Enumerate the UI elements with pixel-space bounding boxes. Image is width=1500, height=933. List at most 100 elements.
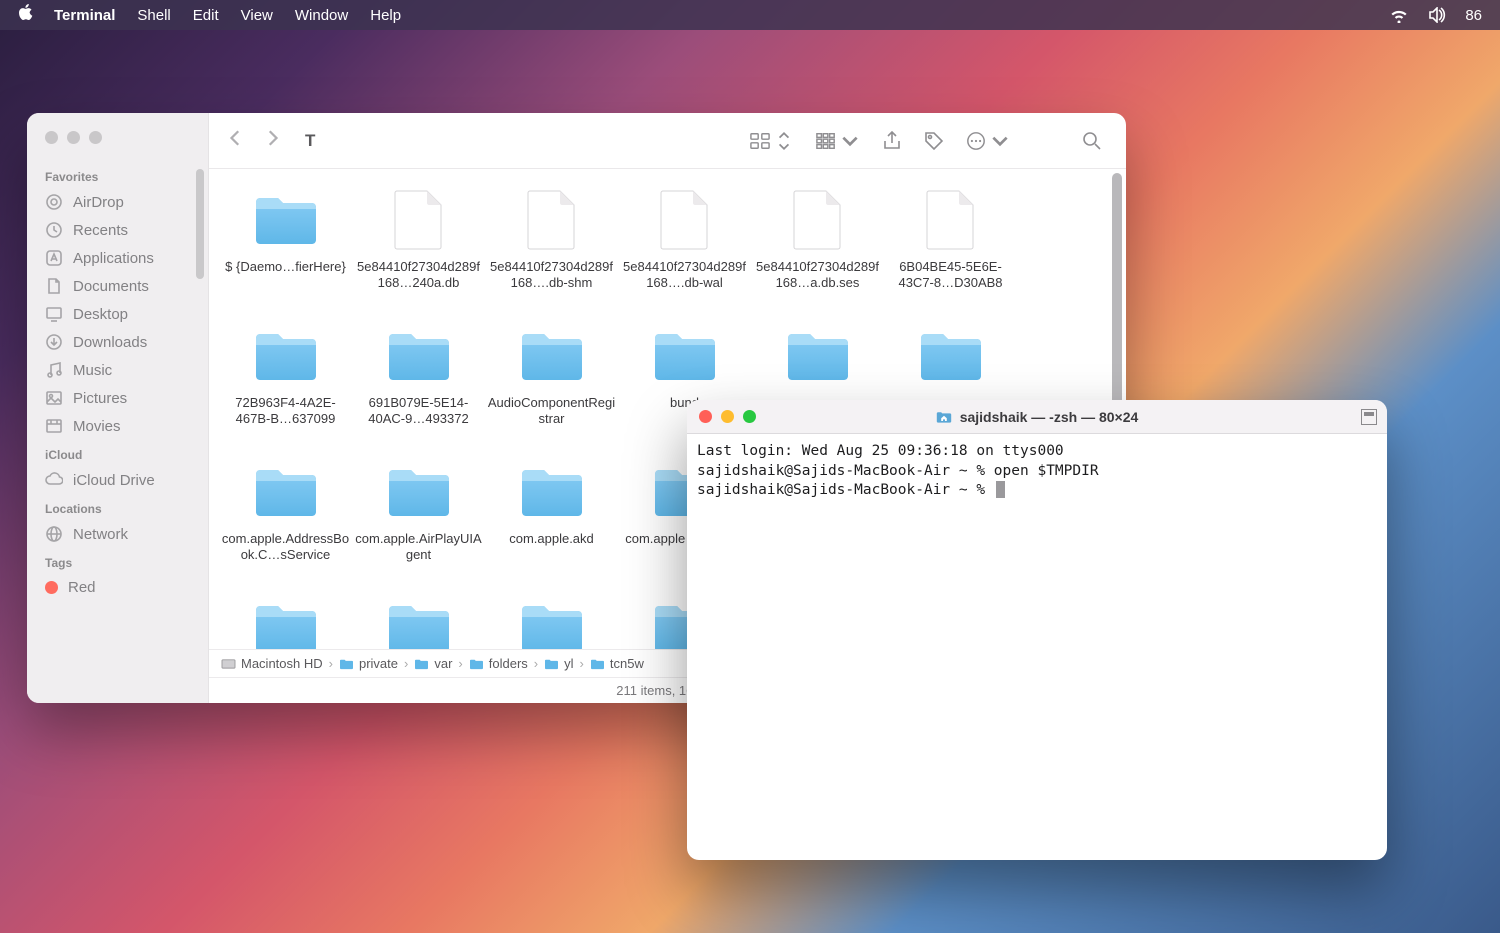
sidebar-item-icon <box>45 525 63 543</box>
sidebar-item-icon <box>45 471 63 489</box>
folder-icon <box>651 328 719 384</box>
sidebar-item-red[interactable]: Red <box>27 574 208 601</box>
terminal-scroll-indicator[interactable] <box>1361 409 1377 425</box>
path-separator: › <box>329 656 333 671</box>
finder-item[interactable]: 6B04BE45-5E6E-43C7-8…D30AB8 <box>884 187 1017 323</box>
folder-icon <box>252 600 320 649</box>
finder-item[interactable]: 5e84410f27304d289f168…a.db.ses <box>751 187 884 323</box>
finder-item[interactable]: 5e84410f27304d289f168….db-wal <box>618 187 751 323</box>
folder-icon <box>252 464 320 520</box>
finder-item[interactable]: com.apple.akd <box>485 459 618 595</box>
menu-window[interactable]: Window <box>295 7 348 24</box>
document-icon <box>527 190 577 250</box>
folder-icon <box>385 600 453 649</box>
sidebar-item-desktop[interactable]: Desktop <box>27 300 208 328</box>
menu-view[interactable]: View <box>241 7 273 24</box>
terminal-cursor <box>996 481 1005 498</box>
sidebar-item-label: Music <box>73 362 112 379</box>
sidebar-item-icloud-drive[interactable]: iCloud Drive <box>27 466 208 494</box>
document-icon <box>394 190 444 250</box>
sidebar-item-music[interactable]: Music <box>27 356 208 384</box>
close-button[interactable] <box>699 410 712 423</box>
zoom-button[interactable] <box>743 410 756 423</box>
finder-traffic-lights[interactable] <box>27 125 208 162</box>
sidebar-item-icon <box>45 277 63 295</box>
minimize-button[interactable] <box>721 410 734 423</box>
folder-icon <box>518 464 586 520</box>
folder-icon <box>385 464 453 520</box>
finder-item-label: com.apple.AirPlayUIAgent <box>355 531 483 564</box>
sidebar-item-icon <box>45 389 63 407</box>
terminal-title-text: sajidshaik — -zsh — 80×24 <box>960 409 1139 425</box>
folder-icon <box>385 328 453 384</box>
finder-item[interactable]: 691B079E-5E14-40AC-9…493372 <box>352 323 485 459</box>
sidebar-item-network[interactable]: Network <box>27 520 208 548</box>
finder-item[interactable]: AudioComponentRegistrar <box>485 323 618 459</box>
terminal-titlebar[interactable]: sajidshaik — -zsh — 80×24 <box>687 400 1387 434</box>
sidebar-item-movies[interactable]: Movies <box>27 412 208 440</box>
finder-item[interactable]: 5e84410f27304d289f168…240a.db <box>352 187 485 323</box>
terminal-traffic-lights[interactable] <box>699 410 756 423</box>
finder-item[interactable]: 5e84410f27304d289f168….db-shm <box>485 187 618 323</box>
finder-item[interactable] <box>485 595 618 649</box>
finder-toolbar: T <box>209 113 1126 169</box>
share-button[interactable] <box>876 127 908 155</box>
path-item[interactable]: tcn5w <box>590 656 644 671</box>
document-icon <box>793 190 843 250</box>
finder-item-label: AudioComponentRegistrar <box>488 395 616 428</box>
terminal-content[interactable]: Last login: Wed Aug 25 09:36:18 on ttys0… <box>687 434 1387 860</box>
wifi-icon[interactable] <box>1389 7 1409 23</box>
back-button[interactable] <box>227 129 245 152</box>
path-item-label: folders <box>489 656 528 671</box>
sidebar-item-airdrop[interactable]: AirDrop <box>27 188 208 216</box>
group-button[interactable] <box>810 127 866 155</box>
finder-item-label: 691B079E-5E14-40AC-9…493372 <box>355 395 483 428</box>
path-separator: › <box>534 656 538 671</box>
folder-icon <box>518 600 586 649</box>
view-mode-button[interactable] <box>744 127 800 155</box>
menu-help[interactable]: Help <box>370 7 401 24</box>
finder-item[interactable] <box>352 595 485 649</box>
finder-item[interactable]: $ {Daemo…fierHere} <box>219 187 352 323</box>
tags-button[interactable] <box>918 127 950 155</box>
sidebar-item-recents[interactable]: Recents <box>27 216 208 244</box>
menu-shell[interactable]: Shell <box>137 7 170 24</box>
sidebar-header: Tags <box>27 548 208 574</box>
battery-percent[interactable]: 86 <box>1465 7 1482 24</box>
sidebar-item-applications[interactable]: Applications <box>27 244 208 272</box>
finder-item[interactable] <box>219 595 352 649</box>
sidebar-item-downloads[interactable]: Downloads <box>27 328 208 356</box>
volume-icon[interactable] <box>1427 7 1447 23</box>
path-item[interactable]: yl <box>544 656 573 671</box>
folder-icon <box>784 328 852 384</box>
search-button[interactable] <box>1076 127 1108 155</box>
finder-item[interactable]: com.apple.AddressBook.C…sService <box>219 459 352 595</box>
sidebar-item-label: Applications <box>73 250 154 267</box>
apple-menu-icon[interactable] <box>18 4 34 27</box>
sidebar-header: iCloud <box>27 440 208 466</box>
path-item[interactable]: Macintosh HD <box>221 656 323 671</box>
menu-app-name[interactable]: Terminal <box>54 7 115 24</box>
path-item[interactable]: folders <box>469 656 528 671</box>
finder-item-label: $ {Daemo…fierHere} <box>225 259 346 275</box>
path-item[interactable]: private <box>339 656 398 671</box>
sidebar-scrollbar[interactable] <box>196 169 204 279</box>
sidebar-header: Locations <box>27 494 208 520</box>
finder-item-label: 5e84410f27304d289f168….db-wal <box>621 259 749 292</box>
sidebar-item-pictures[interactable]: Pictures <box>27 384 208 412</box>
sidebar-item-label: AirDrop <box>73 194 124 211</box>
menu-edit[interactable]: Edit <box>193 7 219 24</box>
path-item-label: tcn5w <box>610 656 644 671</box>
finder-item[interactable]: com.apple.AirPlayUIAgent <box>352 459 485 595</box>
finder-item[interactable]: 72B963F4-4A2E-467B-B…637099 <box>219 323 352 459</box>
sidebar-item-documents[interactable]: Documents <box>27 272 208 300</box>
finder-item-label: 5e84410f27304d289f168…a.db.ses <box>754 259 882 292</box>
forward-button[interactable] <box>263 129 281 152</box>
finder-item-label: com.apple.akd <box>509 531 594 547</box>
path-item[interactable]: var <box>414 656 452 671</box>
sidebar-item-icon <box>45 417 63 435</box>
sidebar-item-icon <box>45 305 63 323</box>
sidebar-header: Favorites <box>27 162 208 188</box>
action-button[interactable] <box>960 127 1016 155</box>
document-icon <box>926 190 976 250</box>
